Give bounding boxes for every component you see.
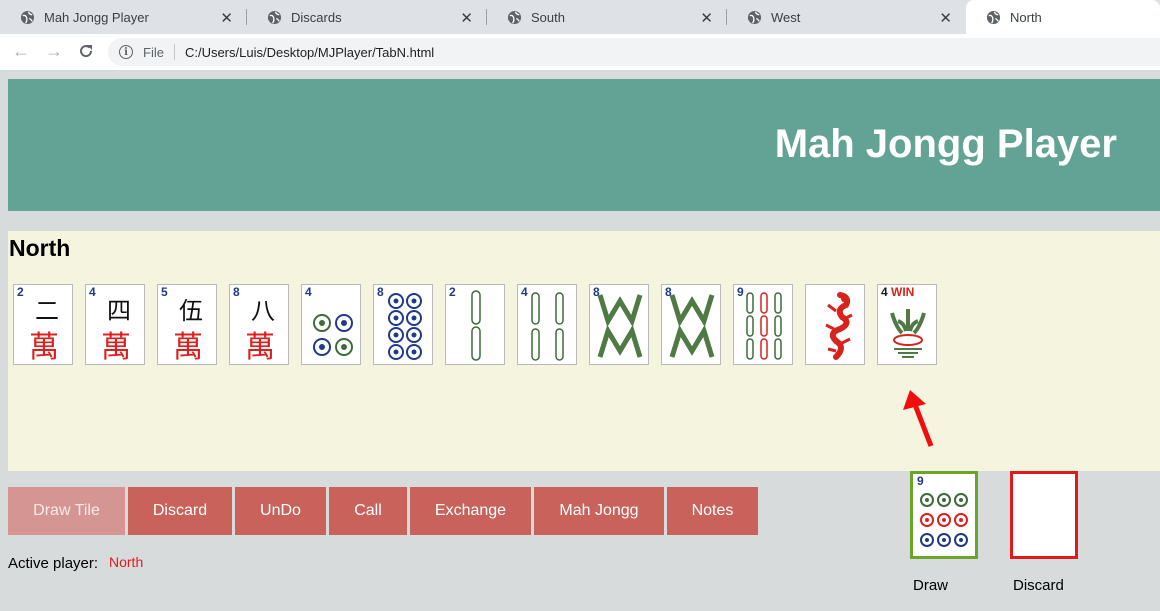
tile-8-bamboo[interactable]: 8	[661, 284, 721, 365]
tab-discards[interactable]: Discards ✕	[247, 0, 487, 34]
characters-icon: 二 萬	[29, 297, 59, 365]
back-arrow-icon[interactable]: ←	[12, 41, 30, 62]
tile-flower-win[interactable]: 4 WIN	[877, 284, 937, 365]
globe-icon	[20, 10, 35, 24]
tile-8-bamboo[interactable]: 8	[589, 284, 649, 365]
tile-glyph: 八	[251, 297, 275, 325]
tab-title: Mah Jongg Player	[44, 9, 149, 25]
address-bar[interactable]: i File C:/Users/Luis/Desktop/MJPlayer/Ta…	[108, 38, 1160, 66]
divider	[173, 44, 175, 60]
tile-2-bamboo[interactable]: 2	[445, 284, 505, 365]
dots-icon	[313, 314, 353, 356]
tile-4-characters[interactable]: 4 四 萬	[85, 284, 145, 365]
tab-south[interactable]: South ✕	[487, 0, 727, 34]
red-arrow-icon	[903, 390, 934, 447]
notes-button[interactable]: Notes	[667, 487, 758, 535]
player-hand-panel: North 2 二 萬 4 四 萬 5 伍 萬 8 八 萬 4 8 2 4 8 …	[8, 231, 1160, 471]
characters-icon: 伍 萬	[173, 297, 203, 365]
tab-title: Discards	[291, 9, 342, 25]
tile-2-characters[interactable]: 2 二 萬	[13, 284, 73, 365]
svg-text:萬: 萬	[29, 330, 59, 365]
characters-icon: 四 萬	[101, 297, 131, 365]
tab-mah-jongg-player[interactable]: Mah Jongg Player ✕	[0, 0, 247, 34]
tile-glyph: 伍	[179, 297, 203, 325]
dots-icon	[388, 293, 422, 360]
tile-4-dots[interactable]: 4	[301, 284, 361, 365]
forward-arrow-icon[interactable]: →	[45, 41, 63, 62]
close-tab-icon[interactable]: ✕	[939, 9, 952, 27]
active-player-label: Active player:	[8, 555, 99, 572]
draw-tile-button[interactable]: Draw Tile	[8, 487, 125, 535]
tile-4-bamboo[interactable]: 4	[517, 284, 577, 365]
tile-number: 9	[917, 474, 924, 488]
tab-north[interactable]: North	[966, 0, 1160, 34]
tab-title: South	[531, 9, 565, 25]
bamboo-icon	[746, 292, 782, 360]
info-icon[interactable]: i	[119, 45, 133, 59]
svg-text:萬: 萬	[245, 330, 275, 365]
close-tab-icon[interactable]: ✕	[220, 9, 233, 27]
tile-8-dots[interactable]: 8	[373, 284, 433, 365]
mah-jongg-button[interactable]: Mah Jongg	[534, 487, 664, 535]
call-button[interactable]: Call	[329, 487, 407, 535]
tab-title: West	[771, 9, 801, 25]
draw-label: Draw	[913, 577, 949, 594]
svg-text:萬: 萬	[173, 330, 203, 365]
bamboo-icon	[531, 292, 564, 361]
tile-red-dragon[interactable]	[805, 284, 865, 365]
page-title: Mah Jongg Player	[774, 122, 1117, 166]
svg-text:萬: 萬	[101, 330, 131, 365]
discard-label: Discard	[1013, 577, 1064, 594]
browser-toolbar: ← → i File C:/Users/Luis/Desktop/MJPlaye…	[0, 34, 1160, 70]
close-tab-icon[interactable]: ✕	[460, 9, 473, 27]
characters-icon: 八 萬	[245, 297, 275, 365]
player-heading: North	[9, 235, 71, 261]
close-tab-icon[interactable]: ✕	[700, 9, 713, 27]
discard-tile-slot[interactable]	[1010, 471, 1078, 559]
bamboo-icon	[471, 290, 481, 361]
globe-icon	[507, 10, 522, 24]
exchange-button[interactable]: Exchange	[410, 487, 531, 535]
active-player-value: North	[109, 554, 144, 570]
url-scheme-label: File	[143, 44, 164, 60]
bamboo-icon	[597, 294, 643, 358]
discard-button[interactable]: Discard	[128, 487, 232, 535]
tile-8-characters[interactable]: 8 八 萬	[229, 284, 289, 365]
draw-tile-slot[interactable]: 9	[910, 471, 978, 559]
globe-icon	[747, 10, 762, 24]
browser-tab-strip: Mah Jongg Player ✕ Discards ✕ South ✕ We…	[0, 0, 1160, 34]
tile-5-characters[interactable]: 5 伍 萬	[157, 284, 217, 365]
bamboo-icon	[669, 294, 715, 358]
red-dragon-icon	[825, 292, 853, 360]
tab-title: North	[1010, 9, 1042, 25]
flower-icon	[890, 309, 926, 358]
url-text[interactable]: C:/Users/Luis/Desktop/MJPlayer/TabN.html	[185, 45, 434, 60]
tile-glyph: 四	[107, 297, 131, 325]
tile-glyph: 二	[35, 297, 59, 325]
globe-icon	[267, 10, 282, 24]
tile-9-bamboo[interactable]: 9	[733, 284, 793, 365]
tab-west[interactable]: West ✕	[727, 0, 966, 34]
header-banner: Mah Jongg Player	[8, 79, 1160, 211]
globe-icon	[986, 10, 1001, 24]
reload-icon[interactable]	[78, 43, 94, 59]
undo-button[interactable]: UnDo	[235, 487, 326, 535]
